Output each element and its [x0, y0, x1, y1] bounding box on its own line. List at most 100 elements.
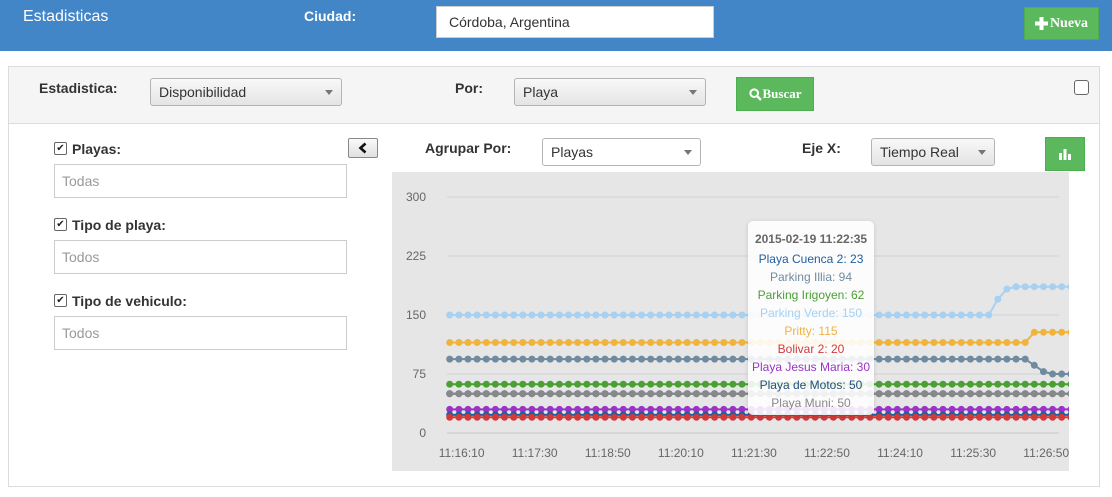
data-point	[464, 355, 472, 363]
x-tick-label: 11:26:50	[1023, 446, 1069, 460]
data-point	[738, 311, 746, 319]
data-point	[482, 380, 490, 388]
data-point	[930, 390, 938, 398]
data-point	[893, 339, 901, 346]
tipo-vehiculo-checkbox[interactable]: ✔	[54, 294, 67, 307]
plus-icon	[1034, 17, 1048, 30]
data-point	[647, 355, 655, 363]
data-point	[939, 380, 947, 388]
data-point	[1058, 370, 1066, 378]
data-point	[455, 380, 463, 388]
data-point	[884, 413, 892, 421]
data-point	[875, 339, 883, 346]
tipo-playa-checkbox[interactable]: ✔	[54, 218, 67, 231]
new-button-label: Nueva	[1049, 15, 1089, 31]
agrupar-select-value: Playas	[551, 144, 594, 160]
data-point	[638, 413, 646, 421]
data-point	[592, 339, 600, 346]
agrupar-select[interactable]: Playas	[542, 138, 701, 166]
data-point	[546, 311, 554, 319]
data-point	[482, 339, 490, 346]
data-point	[884, 355, 892, 363]
data-point	[491, 339, 499, 346]
data-point	[455, 339, 463, 346]
data-point	[720, 390, 728, 398]
data-point	[1003, 380, 1011, 388]
x-tick-label: 11:18:50	[585, 446, 631, 460]
data-point	[519, 380, 527, 388]
tooltip-line: Playa Cuenca 2: 23	[758, 252, 864, 266]
data-point	[893, 311, 901, 319]
eje-x-select[interactable]: Tiempo Real	[871, 138, 995, 166]
x-tick-label: 11:24:10	[877, 446, 923, 460]
collapse-button[interactable]	[348, 138, 378, 158]
data-point	[619, 311, 627, 319]
data-point	[994, 295, 1002, 303]
panel-toolbar: Estadistica: Disponibilidad Por: Playa B…	[9, 67, 1099, 124]
data-point	[994, 390, 1002, 398]
data-point	[656, 355, 664, 363]
data-point	[455, 413, 463, 421]
data-point	[875, 380, 883, 388]
data-point	[1049, 328, 1057, 336]
data-point	[592, 355, 600, 363]
data-point	[1012, 390, 1020, 398]
data-point	[583, 413, 591, 421]
estadistica-select[interactable]: Disponibilidad	[150, 78, 342, 106]
data-point	[528, 339, 536, 346]
chart-button[interactable]	[1045, 137, 1085, 171]
data-point	[574, 390, 582, 398]
new-button[interactable]: Nueva	[1024, 7, 1099, 40]
data-point	[985, 355, 993, 363]
data-point	[720, 311, 728, 319]
data-point	[875, 413, 883, 421]
search-button[interactable]: Buscar	[736, 77, 814, 111]
data-point	[884, 390, 892, 398]
playas-checkbox[interactable]: ✔	[54, 142, 67, 155]
data-point	[464, 380, 472, 388]
data-point	[601, 339, 609, 346]
tipo-vehiculo-input[interactable]	[54, 316, 347, 350]
data-point	[1030, 380, 1038, 388]
data-point	[903, 380, 910, 388]
data-point	[692, 339, 700, 346]
data-point	[546, 355, 554, 363]
data-point	[921, 339, 929, 346]
city-input[interactable]	[436, 6, 714, 38]
data-point	[939, 339, 947, 346]
data-point	[537, 390, 545, 398]
toolbar-checkbox[interactable]	[1074, 80, 1089, 95]
y-tick-label: 0	[419, 426, 426, 440]
data-point	[638, 355, 646, 363]
data-point	[893, 390, 901, 398]
por-select[interactable]: Playa	[514, 78, 706, 106]
data-point	[537, 413, 545, 421]
data-point	[1049, 370, 1057, 378]
data-point	[528, 413, 536, 421]
tipo-playa-input[interactable]	[54, 240, 347, 274]
data-point	[711, 311, 719, 319]
chart-tooltip: 2015-02-19 11:22:35 Playa Cuenca 2: 23 P…	[748, 221, 874, 415]
data-point	[875, 311, 883, 319]
data-point	[537, 311, 545, 319]
data-point	[948, 355, 956, 363]
data-point	[903, 355, 910, 363]
data-point	[711, 380, 719, 388]
data-point	[1058, 380, 1066, 388]
playas-input[interactable]	[54, 164, 347, 198]
data-point	[884, 311, 892, 319]
data-point	[574, 413, 582, 421]
data-point	[592, 413, 600, 421]
data-point	[619, 339, 627, 346]
caret-down-icon	[978, 150, 986, 155]
data-point	[939, 413, 947, 421]
x-tick-label: 11:16:10	[439, 446, 485, 460]
data-point	[948, 390, 956, 398]
data-point	[1003, 413, 1011, 421]
data-point	[994, 339, 1002, 346]
data-point	[702, 355, 709, 363]
data-point	[1067, 406, 1069, 413]
data-point	[565, 390, 572, 398]
data-point	[1021, 413, 1029, 421]
data-point	[957, 355, 965, 363]
